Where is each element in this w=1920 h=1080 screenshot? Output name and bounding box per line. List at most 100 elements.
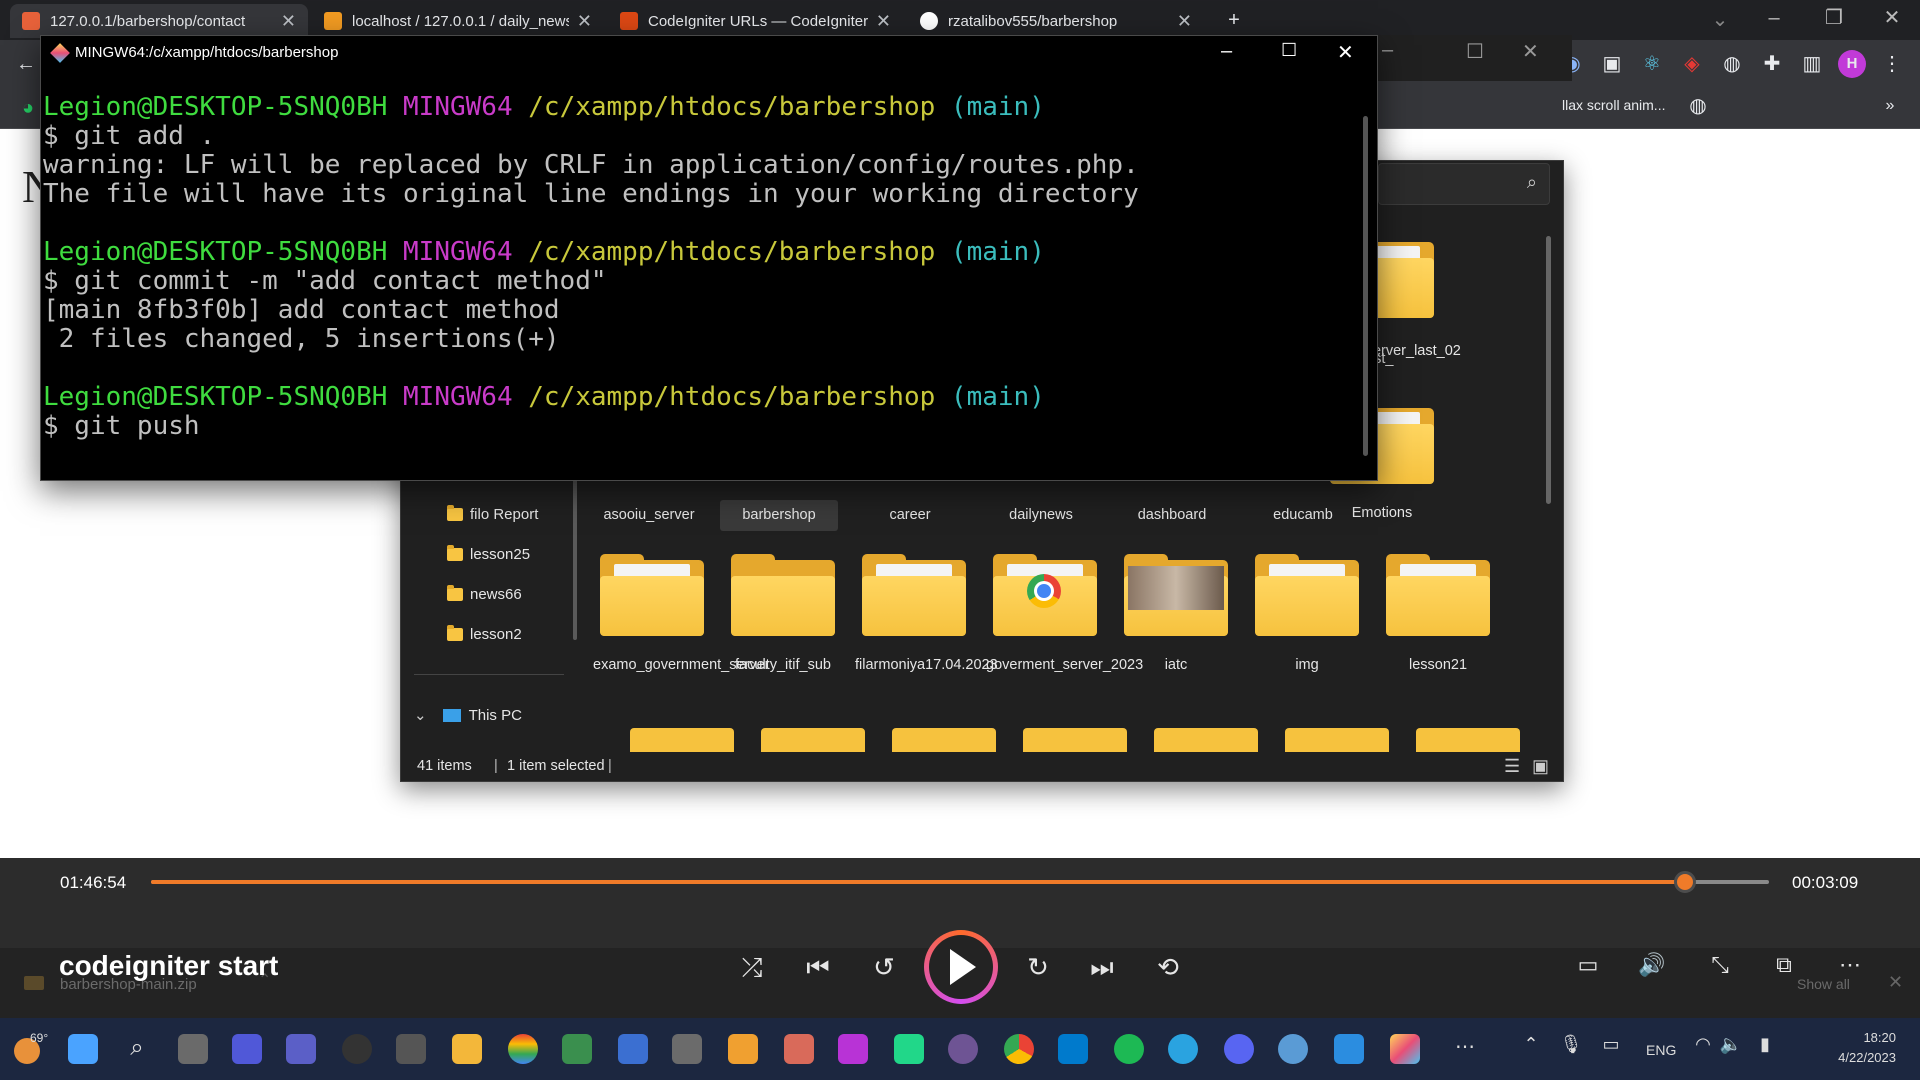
- sublime-icon[interactable]: [728, 1034, 758, 1064]
- github-desktop-icon[interactable]: [948, 1034, 978, 1064]
- app-icon[interactable]: [342, 1034, 372, 1064]
- next-icon[interactable]: ⏭: [1082, 952, 1122, 984]
- close-icon[interactable]: ✕: [1522, 39, 1539, 64]
- folder-icon[interactable]: [1023, 728, 1127, 752]
- folder-item[interactable]: examo_government_server: [593, 554, 770, 675]
- folder-item[interactable]: img: [1248, 554, 1366, 675]
- close-tab-icon[interactable]: ✕: [577, 11, 592, 32]
- close-tab-icon[interactable]: ✕: [281, 11, 296, 32]
- phpstorm-icon[interactable]: [838, 1034, 868, 1064]
- nav-item-folder[interactable]: filo Report: [447, 505, 538, 523]
- chevron-down-icon[interactable]: ⌄: [414, 706, 427, 724]
- git-bash-icon[interactable]: [1390, 1034, 1420, 1064]
- app-icon[interactable]: [1334, 1034, 1364, 1064]
- wifi-icon[interactable]: ◠: [1688, 1034, 1718, 1064]
- volume-icon[interactable]: 🔊: [1632, 952, 1672, 978]
- spotify-icon[interactable]: [1114, 1034, 1144, 1064]
- minimize-icon[interactable]: –: [1221, 40, 1232, 63]
- exit-fullscreen-icon[interactable]: ⤡: [1700, 952, 1740, 978]
- task-view-icon[interactable]: [178, 1034, 208, 1064]
- folder-item[interactable]: goverment_server_2023: [986, 554, 1143, 675]
- more-bookmarks-icon[interactable]: »: [1876, 92, 1904, 120]
- language-indicator[interactable]: ENG: [1646, 1042, 1676, 1058]
- folder-icon[interactable]: [630, 728, 734, 752]
- close-download-bar-icon[interactable]: ✕: [1888, 972, 1903, 993]
- app-icon[interactable]: [562, 1034, 592, 1064]
- app-icon[interactable]: [784, 1034, 814, 1064]
- clock-time[interactable]: 18:20: [1826, 1030, 1896, 1045]
- more-apps-icon[interactable]: ⋯: [1450, 1034, 1480, 1064]
- pycharm-icon[interactable]: [894, 1034, 924, 1064]
- tab-search-icon[interactable]: ⌄: [1706, 6, 1734, 34]
- puzzle-icon[interactable]: ✚: [1758, 50, 1786, 78]
- globe-icon[interactable]: ◍: [1684, 92, 1712, 120]
- vscode-icon[interactable]: [1058, 1034, 1088, 1064]
- volume-icon[interactable]: 🔈: [1716, 1034, 1746, 1064]
- back-icon[interactable]: ←: [12, 50, 40, 78]
- folder-item[interactable]: iatc: [1117, 554, 1235, 675]
- minimize-icon[interactable]: –: [1382, 39, 1393, 62]
- extension-icon[interactable]: ◈: [1678, 50, 1706, 78]
- seek-thumb[interactable]: [1674, 871, 1696, 893]
- maximize-icon[interactable]: ☐: [1466, 39, 1484, 64]
- menu-icon[interactable]: ⋮: [1878, 50, 1906, 78]
- folder-item[interactable]: dailynews: [982, 506, 1100, 525]
- explorer-scrollbar[interactable]: [1546, 236, 1551, 504]
- shuffle-icon[interactable]: ⤮: [732, 952, 772, 984]
- app-icon[interactable]: [1278, 1034, 1308, 1064]
- maximize-icon[interactable]: ☐: [1281, 40, 1297, 61]
- details-view-icon[interactable]: ☰: [1504, 756, 1520, 777]
- folder-item[interactable]: dashboard: [1113, 506, 1231, 525]
- play-button[interactable]: [924, 930, 998, 1004]
- folder-item-selected[interactable]: barbershop: [720, 500, 838, 531]
- cube-icon[interactable]: [396, 1034, 426, 1064]
- previous-icon[interactable]: ⏮: [798, 952, 838, 984]
- folder-item[interactable]: career: [851, 506, 969, 525]
- folder-icon[interactable]: [1285, 728, 1389, 752]
- new-tab-icon[interactable]: +: [1220, 6, 1248, 34]
- start-icon[interactable]: [68, 1034, 98, 1064]
- captions-icon[interactable]: ▭: [1568, 952, 1608, 978]
- telegram-icon[interactable]: [1168, 1034, 1198, 1064]
- app-icon[interactable]: [508, 1034, 538, 1064]
- close-tab-icon[interactable]: ✕: [876, 11, 891, 32]
- folder-icon[interactable]: [1416, 728, 1520, 752]
- folder-item[interactable]: asooiu_server: [590, 506, 708, 525]
- maximize-icon[interactable]: ❐: [1820, 4, 1848, 32]
- close-tab-icon[interactable]: ✕: [1177, 11, 1192, 32]
- discord-icon[interactable]: [1224, 1034, 1254, 1064]
- terminal-scrollbar[interactable]: [1363, 116, 1368, 456]
- folder-icon[interactable]: [1154, 728, 1258, 752]
- rewind-10-icon[interactable]: ↺: [864, 952, 904, 983]
- large-icons-view-icon[interactable]: ▣: [1532, 756, 1549, 777]
- whatsapp-icon[interactable]: ◕: [14, 94, 42, 122]
- terminal-window[interactable]: MINGW64:/c/xampp/htdocs/barbershop – ☐ ✕…: [40, 35, 1378, 481]
- browser-tab-github[interactable]: rzatalibov555/barbershop ✕: [908, 4, 1204, 38]
- nav-item-folder[interactable]: lesson2: [447, 625, 522, 643]
- mini-player-icon[interactable]: ⧉: [1764, 952, 1804, 978]
- extension-icon[interactable]: ▣: [1598, 50, 1626, 78]
- search-icon[interactable]: ⌕: [122, 1034, 152, 1064]
- device-icon[interactable]: ▭: [1596, 1034, 1626, 1064]
- clock-date[interactable]: 4/22/2023: [1806, 1050, 1896, 1065]
- more-options-icon[interactable]: ⋯: [1830, 952, 1870, 978]
- folder-icon[interactable]: [892, 728, 996, 752]
- show-all-downloads[interactable]: Show all: [1797, 976, 1850, 992]
- teams-icon[interactable]: [286, 1034, 316, 1064]
- profile-avatar[interactable]: H: [1838, 50, 1866, 78]
- microphone-icon[interactable]: 🎙: [1556, 1034, 1586, 1064]
- globe-icon[interactable]: ◍: [1718, 50, 1746, 78]
- bookmark-item[interactable]: llax scroll anim...: [1562, 97, 1665, 113]
- file-explorer-icon[interactable]: [452, 1034, 482, 1064]
- chevron-up-icon[interactable]: ⌃: [1516, 1034, 1546, 1064]
- network-app-icon[interactable]: [618, 1034, 648, 1064]
- repeat-off-icon[interactable]: ⟲: [1148, 952, 1188, 983]
- folder-item[interactable]: lesson21: [1379, 554, 1497, 675]
- sidebar-icon[interactable]: ▥: [1798, 50, 1826, 78]
- chrome-icon[interactable]: [1004, 1034, 1034, 1064]
- folder-item[interactable]: faculty_itif_sub: [724, 554, 842, 675]
- browser-tab-phpmyadmin[interactable]: localhost / 127.0.0.1 / daily_news ✕: [312, 4, 604, 38]
- chat-icon[interactable]: [232, 1034, 262, 1064]
- nav-item-folder[interactable]: news66: [447, 585, 522, 603]
- app-icon[interactable]: [672, 1034, 702, 1064]
